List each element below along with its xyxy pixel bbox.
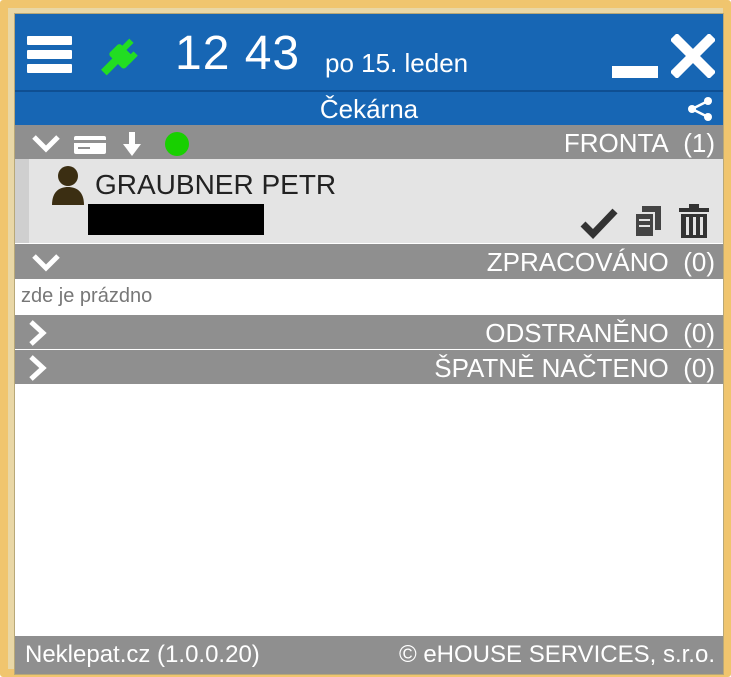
trash-icon[interactable] [677,203,711,239]
item-expand-strip[interactable] [15,159,29,243]
waiting-room-bar: Čekárna [15,90,723,126]
empty-list-message: zde je prázdno [15,279,723,313]
app-version: Neklepat.cz (1.0.0.20) [25,641,260,668]
page-title: Čekárna [319,94,419,124]
clock-date: po 15. leden [325,48,469,78]
minimize-button[interactable] [612,66,658,78]
copy-icon[interactable] [633,205,663,239]
download-arrow-icon[interactable] [121,130,143,158]
section-removed-label: ODSTRANĚNO (0) [485,318,715,348]
check-icon[interactable] [580,207,618,239]
redacted-field [88,204,264,235]
plug-icon[interactable] [95,34,141,80]
section-queue-header[interactable]: FRONTA (1) [15,125,723,161]
section-misread-header[interactable]: ŠPATNĚ NAČTENO (0) [15,350,723,384]
footer-bar: Neklepat.cz (1.0.0.20) © eHOUSE SERVICES… [15,636,723,674]
status-online-dot [165,132,189,156]
section-misread-label: ŠPATNĚ NAČTENO (0) [434,353,715,383]
chevron-right-icon[interactable] [27,319,47,347]
clock-time: 12 43 [175,27,301,80]
chevron-right-icon[interactable] [27,354,47,382]
chevron-down-icon[interactable] [31,134,61,154]
hamburger-menu-icon[interactable] [27,36,72,74]
section-queue-label: FRONTA (1) [563,128,715,158]
patient-name: GRAUBNER PETR [95,169,337,200]
person-icon [52,166,84,205]
queue-list-item[interactable]: GRAUBNER PETR [15,159,723,243]
copyright: © eHOUSE SERVICES, s.r.o. [398,641,715,668]
top-bar: 12 43 po 15. leden [15,14,723,90]
share-icon[interactable] [687,97,713,121]
section-removed-header[interactable]: ODSTRANĚNO (0) [15,315,723,349]
chevron-down-icon[interactable] [31,253,61,273]
section-processed-label: ZPRACOVÁNO (0) [486,247,715,277]
close-button[interactable] [671,34,715,78]
card-icon[interactable] [73,135,107,155]
app-window: 12 43 po 15. leden Čekárna FRONTA (1) GR… [14,13,724,675]
section-processed-header[interactable]: ZPRACOVÁNO (0) [15,244,723,280]
